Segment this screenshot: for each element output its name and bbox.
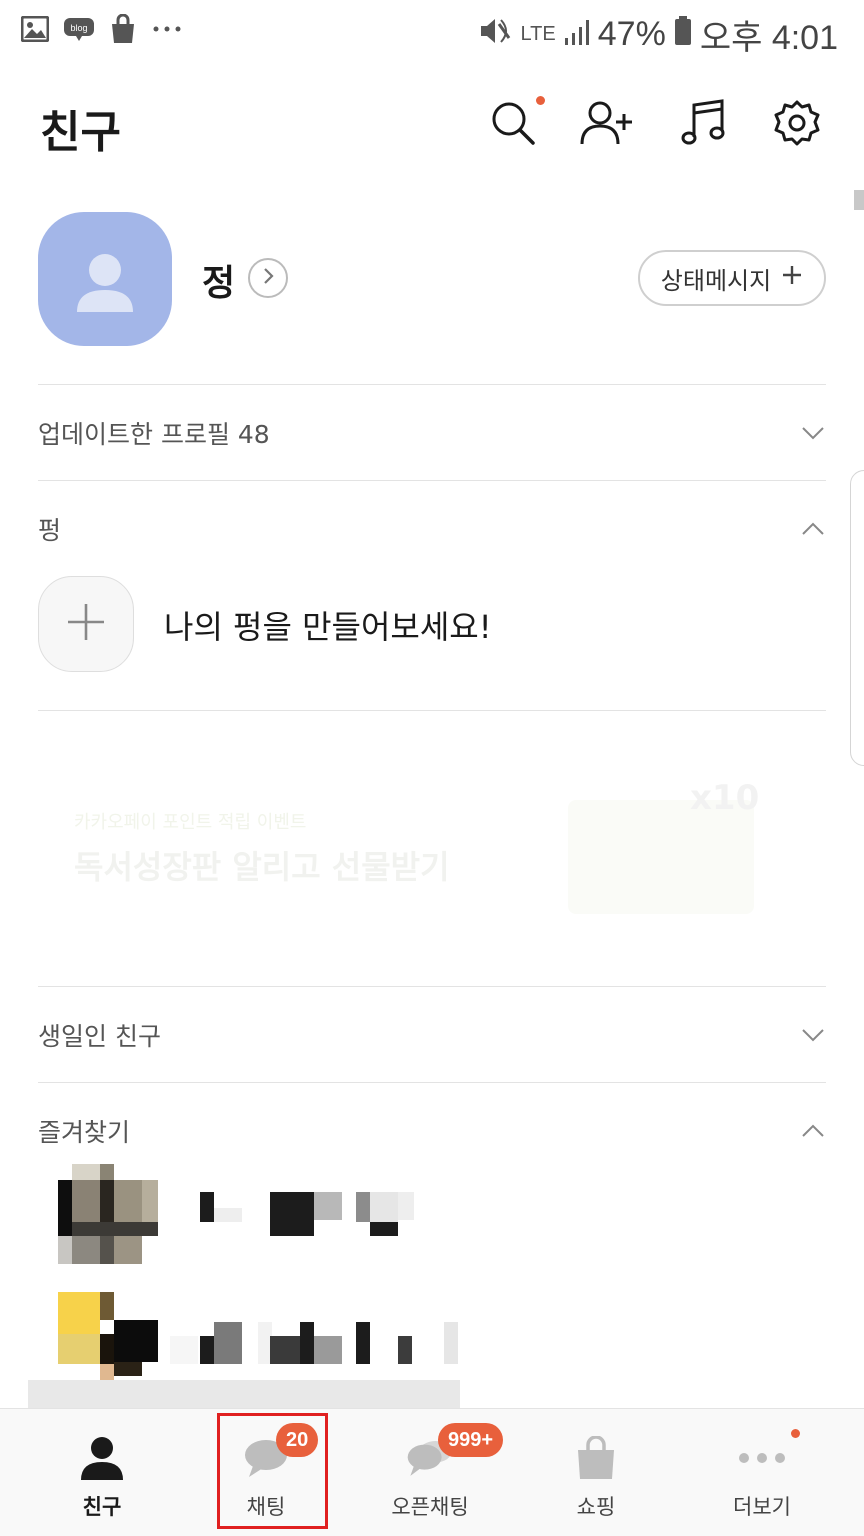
favorites-label: 즐겨찾기 xyxy=(38,1118,131,1147)
ad-banner[interactable]: 카카오페이 포인트 적립 이벤트 독서성장판 알리고 선물받기 x10 xyxy=(38,772,826,932)
create-pyeong-prompt[interactable]: 나의 펑을 만들어보세요! xyxy=(164,602,492,648)
profile-name[interactable]: 정 xyxy=(202,254,235,306)
status-bar: blog LTE 47% 오후 4:01 xyxy=(0,0,864,60)
chevron-up-icon xyxy=(800,516,826,542)
scrollbar[interactable] xyxy=(854,190,864,210)
chevron-down-icon xyxy=(800,420,826,446)
plus-icon xyxy=(66,602,106,646)
blog-icon: blog xyxy=(64,14,94,44)
plus-icon xyxy=(781,264,803,292)
settings-button[interactable] xyxy=(770,98,824,152)
my-profile[interactable]: 정 상태메시지 xyxy=(0,208,864,348)
censored-name xyxy=(170,1336,198,1364)
battery-icon xyxy=(674,15,692,54)
avatar[interactable] xyxy=(38,212,172,346)
signal-icon xyxy=(564,15,590,54)
chevron-right-icon xyxy=(261,267,275,289)
nav-more[interactable]: 더보기 xyxy=(680,1409,844,1536)
page-title: 친구 xyxy=(40,107,121,158)
network-type: LTE xyxy=(520,23,556,45)
banner-title: 독서성장판 알리고 선물받기 xyxy=(74,848,450,886)
add-friend-icon xyxy=(580,98,634,152)
pyeong-section-header[interactable]: 펑 xyxy=(38,504,826,554)
updated-profiles-label: 업데이트한 프로필 48 xyxy=(38,420,270,449)
divider xyxy=(38,1082,826,1083)
birthday-friends-row[interactable]: 생일인 친구 xyxy=(38,1010,826,1060)
more-new-dot xyxy=(791,1429,800,1438)
music-button[interactable] xyxy=(676,98,730,152)
status-right: LTE 47% 오후 4:01 xyxy=(479,10,838,59)
default-person-icon xyxy=(77,254,133,312)
edge-panel-handle[interactable] xyxy=(850,470,864,766)
divider xyxy=(38,384,826,385)
avatar xyxy=(58,1164,158,1264)
divider xyxy=(38,480,826,481)
mute-icon xyxy=(479,15,513,54)
bottom-nav: 친구 20 채팅 999+ 오픈채팅 쇼핑 더보기 xyxy=(0,1408,864,1536)
nav-more-label: 더보기 xyxy=(733,1495,791,1519)
status-message-button[interactable]: 상태메시지 xyxy=(638,250,826,306)
pyeong-label: 펑 xyxy=(38,516,62,545)
create-pyeong-button[interactable] xyxy=(38,576,134,672)
nav-shopping-label: 쇼핑 xyxy=(576,1495,616,1519)
favorite-friend-item[interactable] xyxy=(58,1292,458,1392)
clock: 오후 4:01 xyxy=(699,19,838,57)
censored-name xyxy=(200,1192,214,1222)
person-icon xyxy=(77,1433,127,1483)
add-friend-button[interactable] xyxy=(580,98,634,152)
nav-open-chat[interactable]: 999+ 오픈채팅 xyxy=(348,1409,512,1536)
more-dots-icon xyxy=(152,14,182,44)
profile-detail-button[interactable] xyxy=(248,258,288,298)
divider xyxy=(38,710,826,711)
more-icon xyxy=(737,1433,787,1483)
gallery-icon xyxy=(20,14,50,44)
updated-profiles-row[interactable]: 업데이트한 프로필 48 xyxy=(38,408,826,458)
avatar xyxy=(58,1292,158,1392)
music-icon xyxy=(680,99,726,151)
search-icon xyxy=(489,99,537,151)
search-button[interactable] xyxy=(486,96,545,152)
favorites-section-header[interactable]: 즐겨찾기 xyxy=(38,1106,826,1156)
nav-friends-label: 친구 xyxy=(82,1495,122,1519)
nav-friends[interactable]: 친구 xyxy=(20,1409,184,1536)
birthday-label: 생일인 친구 xyxy=(38,1022,161,1051)
search-new-dot xyxy=(536,96,545,105)
chevron-down-icon xyxy=(800,1022,826,1048)
battery-percent: 47% xyxy=(597,15,666,53)
status-message-label: 상태메시지 xyxy=(660,266,772,295)
shopping-bag-icon xyxy=(108,14,138,44)
favorite-friend-item[interactable] xyxy=(58,1164,458,1264)
divider xyxy=(38,986,826,987)
header: 친구 xyxy=(0,80,864,170)
banner-badge: x10 xyxy=(690,778,760,818)
banner-subtitle: 카카오페이 포인트 적립 이벤트 xyxy=(74,812,307,833)
svg-text:blog: blog xyxy=(70,23,87,33)
open-chat-badge: 999+ xyxy=(438,1423,504,1457)
status-left-icons: blog xyxy=(20,14,182,44)
shopping-bag-icon xyxy=(571,1433,621,1483)
settings-icon xyxy=(773,99,821,151)
censored-status xyxy=(28,1380,460,1408)
nav-open-chat-label: 오픈채팅 xyxy=(391,1495,469,1519)
chevron-up-icon xyxy=(800,1118,826,1144)
highlight-annotation xyxy=(217,1413,328,1529)
nav-shopping[interactable]: 쇼핑 xyxy=(514,1409,678,1536)
